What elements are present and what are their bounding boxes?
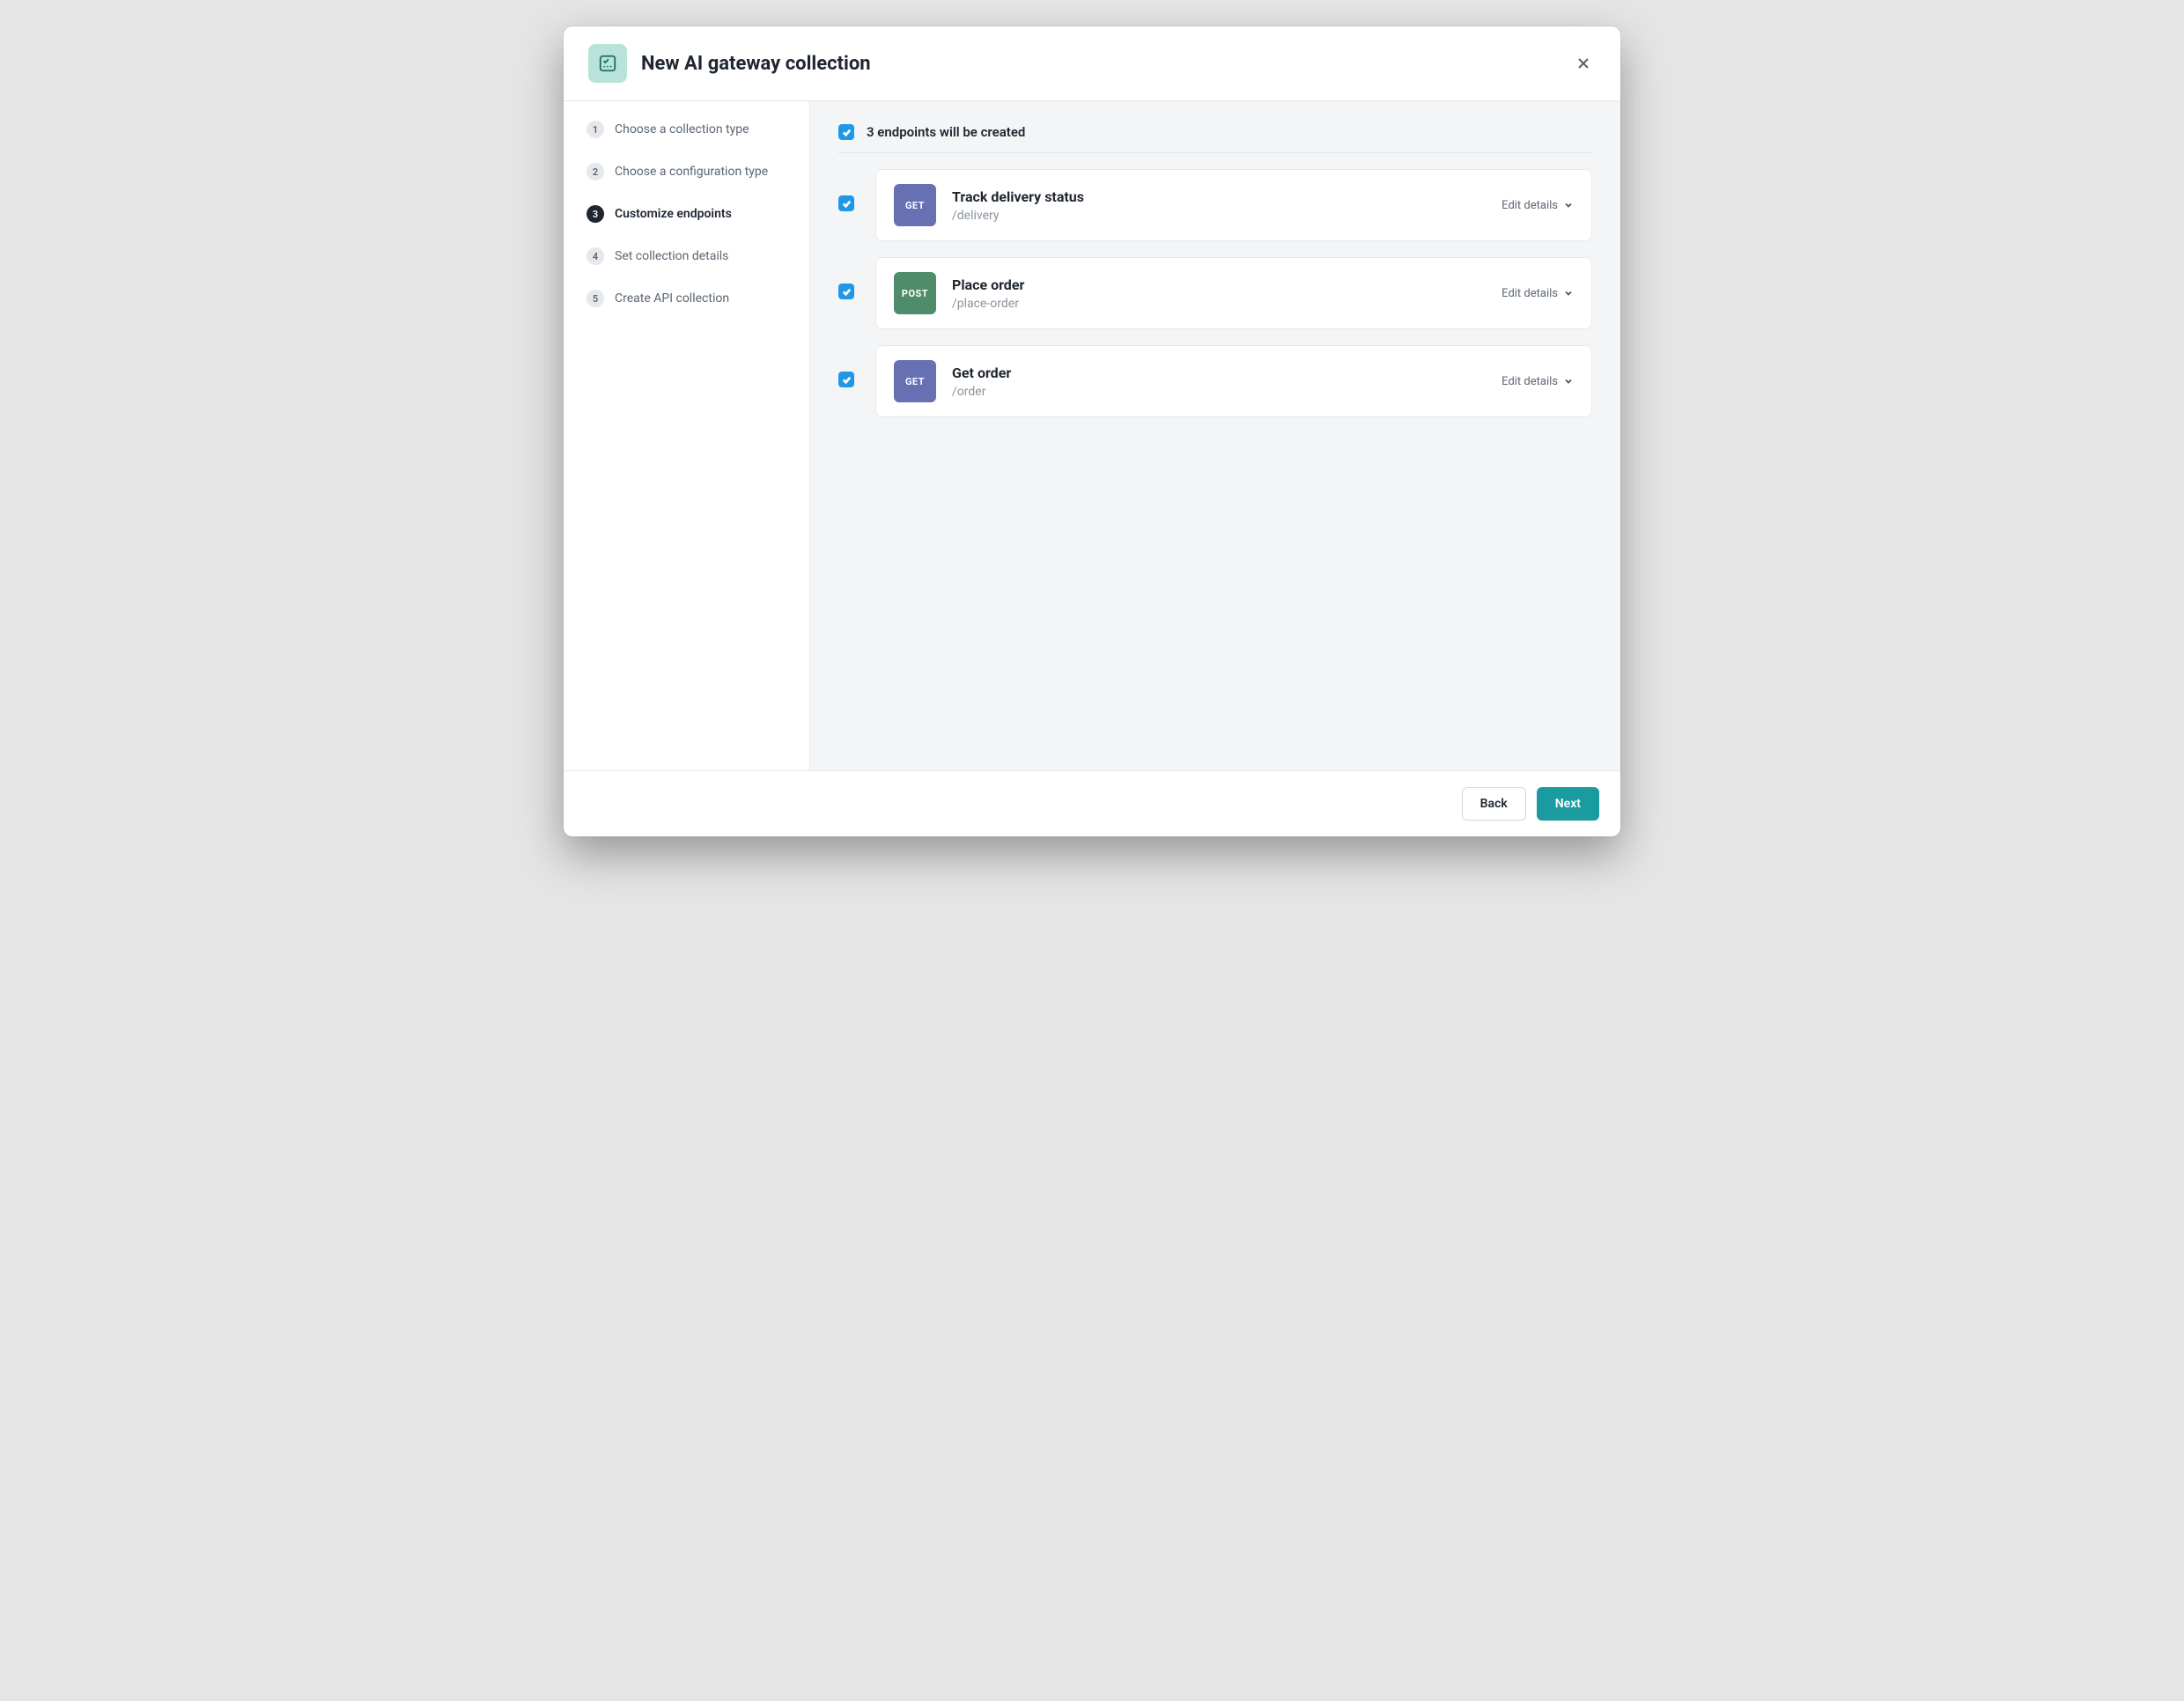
step-badge: 5 [587,290,604,307]
step-label: Create API collection [615,291,729,306]
endpoint-title: Get order [952,364,1502,381]
endpoint-row: GET Track delivery status/deliveryEdit de… [838,169,1592,241]
check-icon [842,128,852,137]
check-icon [842,375,852,385]
step-1[interactable]: 1 Choose a collection type [587,121,786,138]
edit-details-label: Edit details [1502,199,1558,212]
chevron-down-icon [1563,288,1574,298]
modal-header: New AI gateway collection [564,26,1620,101]
modal: New AI gateway collection 1 Choose a coll… [564,26,1620,836]
modal-body: 1 Choose a collection type 2 Choose a confi… [564,101,1620,770]
edit-details-label: Edit details [1502,287,1558,300]
step-badge: 4 [587,247,604,265]
endpoint-title: Track delivery status [952,188,1502,205]
step-2[interactable]: 2 Choose a configuration type [587,163,786,180]
select-all-checkbox[interactable] [838,124,854,140]
step-label: Set collection details [615,249,728,263]
close-icon [1576,56,1590,70]
check-icon [842,287,852,297]
modal-footer: Back Next [564,770,1620,836]
endpoint-path: /order [952,385,1502,399]
select-all-row: 3 endpoints will be created [838,124,1592,153]
endpoint-checkbox[interactable] [838,284,854,299]
step-5[interactable]: 5 Create API collection [587,290,786,307]
step-badge: 2 [587,163,604,180]
step-badge: 1 [587,121,604,138]
step-label: Choose a configuration type [615,165,768,179]
step-label: Choose a collection type [615,122,749,136]
endpoint-info: Track delivery status/delivery [952,188,1502,223]
collection-icon [588,44,627,83]
endpoint-info: Get order/order [952,364,1502,399]
step-badge: 3 [587,205,604,223]
endpoint-info: Place order/place-order [952,276,1502,311]
endpoint-checkbox[interactable] [838,372,854,387]
next-button[interactable]: Next [1537,787,1599,821]
endpoint-card: POST Place order/place-orderEdit details [875,257,1592,329]
modal-title: New AI gateway collection [641,53,1571,75]
step-3[interactable]: 3 Customize endpoints [587,205,786,223]
endpoint-card: GET Get order/orderEdit details [875,345,1592,417]
endpoint-row: POST Place order/place-orderEdit details [838,257,1592,329]
steps-sidebar: 1 Choose a collection type 2 Choose a confi… [564,101,810,770]
check-icon [842,199,852,209]
edit-details-label: Edit details [1502,375,1558,388]
step-4[interactable]: 4 Set collection details [587,247,786,265]
step-label: Customize endpoints [615,207,732,221]
edit-details-button[interactable]: Edit details [1502,199,1574,212]
method-badge: POST [894,272,936,314]
endpoint-row: GET Get order/orderEdit details [838,345,1592,417]
endpoint-path: /delivery [952,209,1502,223]
edit-details-button[interactable]: Edit details [1502,375,1574,388]
chevron-down-icon [1563,376,1574,387]
edit-details-button[interactable]: Edit details [1502,287,1574,300]
chevron-down-icon [1563,200,1574,210]
method-badge: GET [894,360,936,402]
endpoint-checkbox[interactable] [838,195,854,211]
content-pane: 3 endpoints will be created GET Track del… [810,101,1620,770]
close-button[interactable] [1571,51,1596,76]
select-all-label: 3 endpoints will be created [867,124,1025,140]
method-badge: GET [894,184,936,226]
endpoint-card: GET Track delivery status/deliveryEdit de… [875,169,1592,241]
endpoint-list: GETTrack delivery status/deliveryEdit de… [838,169,1592,417]
endpoint-path: /place-order [952,297,1502,311]
endpoint-title: Place order [952,276,1502,293]
back-button[interactable]: Back [1462,787,1526,821]
